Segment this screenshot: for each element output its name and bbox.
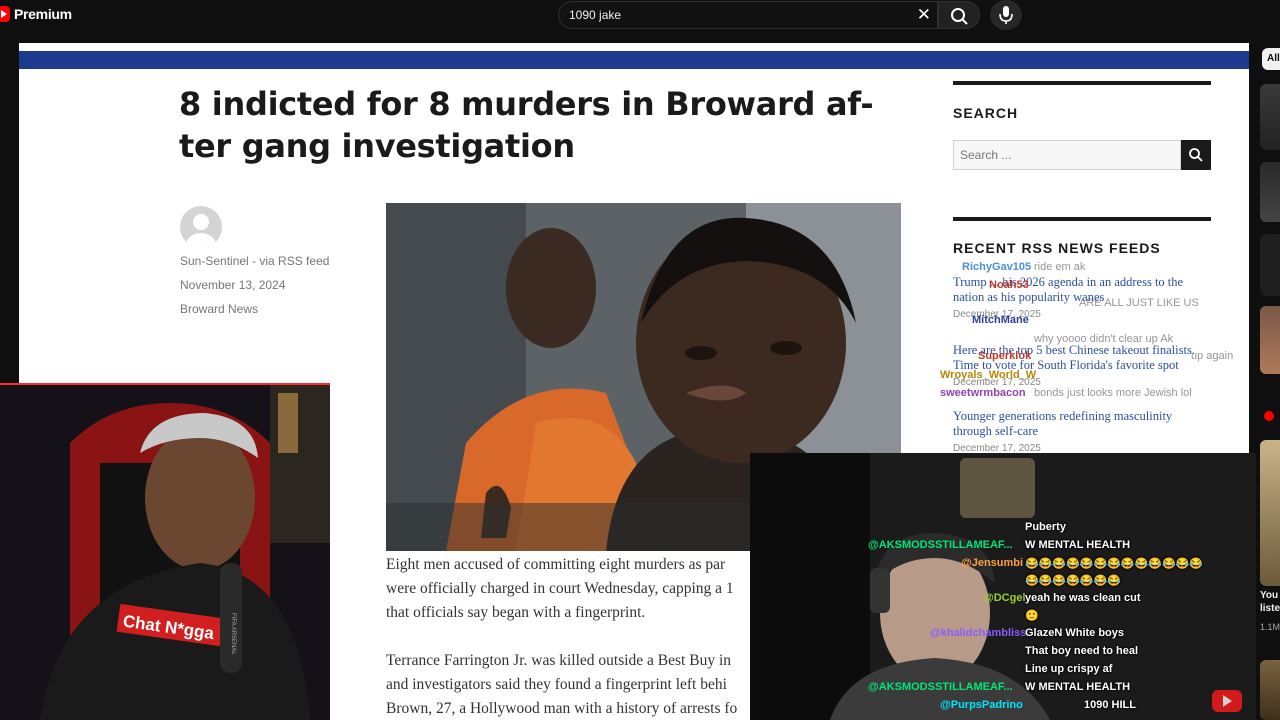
video-chat-message: 😂😂😂😂😂😂😂😂😂😂😂😂😂 — [1025, 558, 1204, 570]
recommended-thumbnail[interactable] — [1260, 440, 1280, 586]
premium-label: Premium — [14, 6, 72, 22]
recommended-title-line2[interactable]: liste — [1260, 603, 1280, 614]
feed-link[interactable]: Younger generations redefining masculini… — [953, 409, 1213, 439]
video-chat-message: That boy need to heal — [1025, 645, 1139, 657]
youtube-logo[interactable]: Premium — [0, 6, 72, 22]
article-author[interactable]: Sun-Sentinel - via RSS feed — [180, 254, 329, 268]
video-chat-message: yeah he was clean cut — [1025, 592, 1141, 604]
mic-label: FIFA ARSENAL — [230, 613, 236, 655]
recommended-thumbnail[interactable] — [1260, 234, 1280, 296]
feeds-widget-title: RECENT RSS NEWS FEEDS — [953, 240, 1161, 256]
youtube-play-icon — [0, 6, 10, 22]
search-query-text: 1090 jake — [569, 8, 622, 22]
site-header-band — [19, 51, 1249, 69]
live-indicator-icon — [1264, 411, 1274, 421]
webcam-border — [0, 383, 330, 385]
stream-chat-message: up again — [1191, 350, 1234, 362]
chip-all[interactable]: All — [1262, 48, 1280, 70]
stream-chat-user: Wroyals_World_W — [940, 369, 1037, 381]
video-illustration — [750, 453, 1256, 720]
search-icon — [1189, 148, 1203, 162]
voice-search-button[interactable] — [990, 0, 1022, 30]
widget-divider — [953, 81, 1211, 85]
recommended-thumbnail[interactable] — [1260, 84, 1280, 150]
video-chat-message: W MENTAL HEALTH — [1025, 539, 1131, 551]
widget-divider — [953, 217, 1211, 221]
video-chat-message: GlazeN White boys — [1025, 627, 1125, 639]
video-chat-message: W MENTAL HEALTH — [1025, 681, 1131, 693]
stream-chat-message: ride em ak — [1034, 261, 1086, 273]
search-button[interactable] — [938, 1, 980, 29]
recommended-thumbnail[interactable] — [1260, 660, 1280, 720]
clear-icon[interactable]: ✕ — [917, 5, 931, 25]
article-body-line: that officials say began with a fingerpr… — [386, 604, 646, 621]
stream-chat-user: MitchMane — [972, 314, 1029, 326]
video-chat-user: @PurpsPadrino — [940, 699, 1023, 711]
video-chat-message: Puberty — [1025, 521, 1066, 533]
article-body-line: Brown, 27, a Hollywood man with a histor… — [386, 700, 738, 717]
embedded-video[interactable] — [750, 453, 1256, 720]
video-chat-user: @AKSMODSSTILLAMEAF... — [868, 539, 1013, 551]
site-search-input[interactable]: Search ... — [953, 140, 1181, 170]
stream-chat-user: Superklok — [978, 350, 1032, 362]
video-chat-message: Line up crispy af — [1025, 663, 1113, 675]
stream-chat-user: sweetwrmbacon — [940, 387, 1026, 399]
screen: Premium 1090 jake ✕ All You liste 1.1M 8… — [0, 0, 1280, 720]
stream-chat-message: bonds just looks more Jewish lol — [1034, 387, 1192, 399]
stream-chat-user: RichyGav105 — [962, 261, 1032, 273]
video-chat-message: 🙂 — [1025, 610, 1039, 622]
article-date[interactable]: November 13, 2024 — [180, 278, 285, 292]
search-input[interactable]: 1090 jake ✕ — [558, 1, 938, 29]
recommended-thumbnail[interactable] — [1260, 162, 1280, 222]
video-chat-user: @DCgel — [983, 592, 1026, 604]
video-chat-message: 😂😂😂😂😂😂😂 — [1025, 575, 1121, 587]
recommended-views: 1.1M — [1260, 622, 1280, 632]
stream-chat-message: why yoooo didn't clear up Ak — [1034, 333, 1174, 345]
streamer-webcam: Chat N*gga FIFA ARSENAL — [0, 383, 330, 720]
video-chat-message: 1090 HILL — [1084, 699, 1136, 711]
webcam-illustration: Chat N*gga FIFA ARSENAL — [0, 383, 330, 720]
video-chat-user: @AKSMODSSTILLAMEAF... — [868, 681, 1013, 693]
recommended-thumbnail[interactable] — [1260, 306, 1280, 374]
article-category[interactable]: Broward News — [180, 302, 258, 316]
youtube-top-bar: Premium 1090 jake ✕ — [0, 0, 1280, 42]
article-body-line: and investigators said they found a fing… — [386, 676, 727, 693]
video-chat-user: @khalidchambliss — [930, 627, 1027, 639]
video-chat-user: @Jensumbi — [961, 557, 1024, 569]
search-widget-title: SEARCH — [953, 105, 1019, 121]
article-body-line: Terrance Farrington Jr. was killed outsi… — [386, 652, 732, 669]
article-title: 8 indicted for 8 murders in Broward af-t… — [179, 85, 874, 165]
article-body-line: were officially charged in court Wednesd… — [386, 580, 734, 597]
search-icon — [951, 8, 968, 25]
recommended-title[interactable]: You — [1260, 590, 1278, 601]
stream-chat-message: ARE ALL JUST LIKE US — [1079, 297, 1199, 309]
microphone-icon — [999, 6, 1013, 24]
author-avatar — [180, 206, 222, 248]
article-body-line: Eight men accused of committing eight mu… — [386, 556, 726, 573]
site-search-button[interactable] — [1181, 140, 1211, 170]
youtube-watermark-icon — [1212, 690, 1242, 712]
stream-chat-user: Noah53 — [989, 279, 1029, 291]
